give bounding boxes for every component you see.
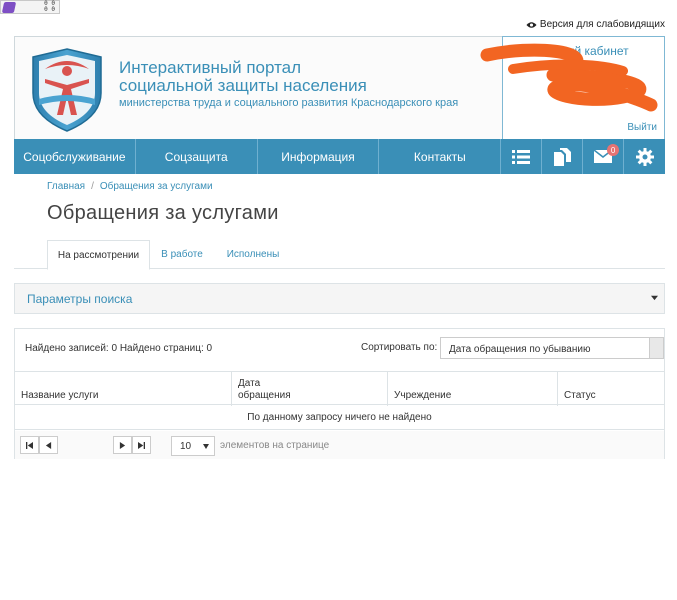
nav-settings-button[interactable] — [624, 139, 665, 174]
no-data-message: По данному запросу ничего не найдено — [15, 406, 664, 430]
corner-widget: 0 0 0 0 — [0, 0, 60, 14]
per-page-select[interactable]: 10 — [171, 436, 215, 456]
gear-icon — [635, 147, 654, 166]
last-page-icon — [138, 441, 145, 449]
prev-page-icon — [45, 441, 52, 449]
breadcrumb-home[interactable]: Главная — [47, 181, 85, 192]
next-page-button[interactable] — [113, 436, 132, 454]
logout-link[interactable]: Выйти — [627, 122, 657, 133]
search-panel-toggle[interactable]: Параметры поиска — [14, 283, 665, 314]
account-title[interactable]: Личный кабинет — [503, 44, 664, 58]
status-tabs: На рассмотрении В работе Исполнены — [14, 240, 665, 270]
column-status[interactable]: Статус — [558, 372, 664, 406]
list-icon — [512, 149, 531, 164]
nav-item-contacts[interactable]: Контакты — [379, 139, 502, 174]
first-page-button[interactable] — [20, 436, 39, 454]
nav-mail-button[interactable]: 0 — [583, 139, 625, 174]
tab-under-review[interactable]: На рассмотрении — [47, 240, 150, 270]
documents-icon — [553, 147, 571, 166]
breadcrumb-current[interactable]: Обращения за услугами — [100, 181, 213, 192]
last-page-button[interactable] — [132, 436, 151, 454]
column-request-date-line2: обращения — [238, 390, 291, 401]
site-title-line1: Интерактивный портал — [119, 58, 302, 77]
chevron-down-icon — [203, 444, 209, 449]
nav-item-social-services[interactable]: Соцобслуживание — [14, 139, 136, 174]
tab-in-progress[interactable]: В работе — [154, 240, 210, 269]
table-header: Название услуги Дата обращения Учреждени… — [15, 371, 664, 406]
prev-page-button[interactable] — [39, 436, 58, 454]
first-page-icon — [26, 441, 33, 449]
logo-shield-icon[interactable] — [31, 47, 103, 133]
nav-list-button[interactable] — [501, 139, 543, 174]
column-request-date-line1: Дата — [238, 378, 261, 389]
search-panel-title: Параметры поиска — [27, 292, 133, 306]
per-page-label: элементов на странице — [220, 440, 330, 451]
mail-badge: 0 — [607, 144, 620, 156]
column-institution[interactable]: Учреждение — [388, 372, 558, 406]
caret-down-icon — [651, 295, 658, 301]
site-title-line2: социальной защиты населения — [119, 76, 367, 95]
nav-item-information[interactable]: Информация — [258, 139, 380, 174]
sort-select[interactable]: Дата обращения по убыванию — [440, 337, 664, 359]
tab-completed[interactable]: Исполнены — [218, 240, 288, 269]
sort-select-value: Дата обращения по убыванию — [449, 344, 591, 355]
main-nav: Соцобслуживание Соцзащита Информация Кон… — [14, 139, 665, 174]
corner-widget-line2: 0 0 — [44, 6, 55, 13]
accessibility-link[interactable]: Версия для слабовидящих — [526, 19, 665, 30]
site-header: Интерактивный портал социальной защиты н… — [14, 36, 665, 140]
site-subtitle: министерства труда и социального развити… — [119, 97, 459, 109]
site-title: Интерактивный портал социальной защиты н… — [119, 59, 367, 95]
nav-documents-button[interactable] — [542, 139, 584, 174]
column-service-name[interactable]: Название услуги — [15, 372, 232, 406]
next-page-icon — [119, 441, 126, 449]
results-panel: Найдено записей: 0 Найдено страниц: 0 Со… — [14, 328, 665, 459]
nav-item-social-protection[interactable]: Соцзащита — [136, 139, 258, 174]
eye-icon — [526, 21, 537, 28]
page-title: Обращения за услугами — [47, 202, 279, 224]
pager: 10 элементов на странице — [15, 431, 664, 459]
column-request-date[interactable]: Дата обращения — [232, 372, 388, 406]
app-icon — [1, 2, 17, 13]
breadcrumb: Главная / Обращения за услугами — [47, 181, 213, 192]
account-panel: Личный кабинет Выйти — [480, 36, 665, 140]
sort-label: Сортировать по: — [361, 342, 438, 353]
accessibility-link-label: Версия для слабовидящих — [539, 19, 665, 30]
per-page-value: 10 — [180, 441, 192, 452]
breadcrumb-separator: / — [91, 181, 94, 192]
found-count: Найдено записей: 0 Найдено страниц: 0 — [25, 343, 213, 354]
sort-select-arrow — [649, 338, 663, 358]
